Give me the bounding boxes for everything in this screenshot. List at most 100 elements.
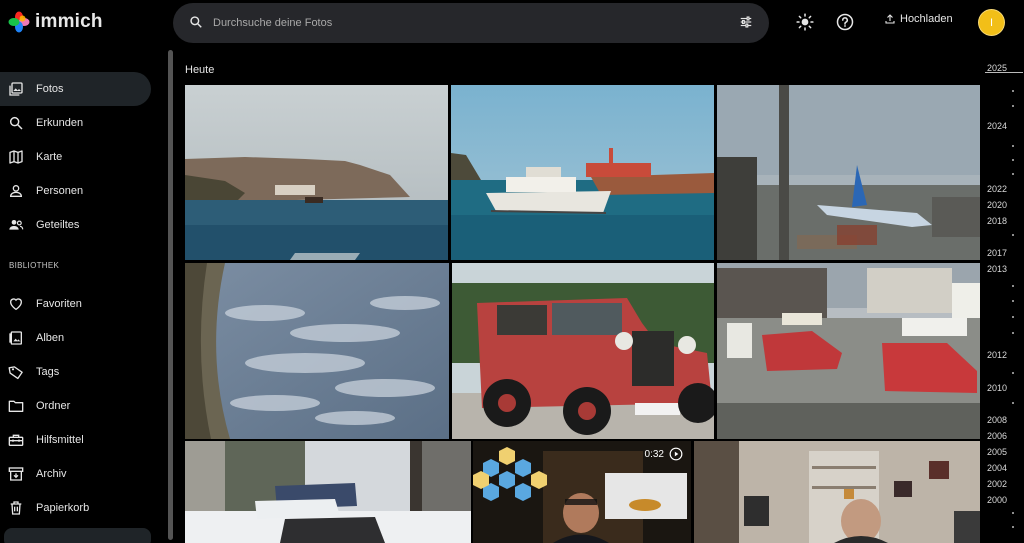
sidebar-item-papierkorb[interactable]: Papierkorb (0, 491, 151, 525)
photo-home-office (694, 441, 980, 543)
photo-thumbnail[interactable] (185, 85, 448, 260)
sidebar-item-label: Hilfsmittel (36, 434, 84, 446)
sidebar-item-alben[interactable]: Alben (0, 321, 151, 355)
sidebar-item-label: Tags (36, 366, 60, 378)
timeline-year[interactable]: 2024 (987, 121, 1007, 131)
timeline-year[interactable]: 2025 (987, 63, 1007, 73)
sidebar-item-ordner[interactable]: Ordner (0, 389, 151, 423)
timeline-year[interactable]: 2008 (987, 415, 1007, 425)
map-icon (9, 150, 23, 164)
theme-toggle-icon[interactable] (796, 13, 814, 31)
timeline-dot (1012, 105, 1014, 107)
timeline-year[interactable]: 2000 (987, 495, 1007, 505)
photos-icon (9, 82, 23, 96)
sidebar-item-erkunden[interactable]: Erkunden (0, 106, 151, 140)
timeline-year[interactable]: 2020 (987, 200, 1007, 210)
sidebar-item-favoriten[interactable]: Favoriten (0, 287, 151, 321)
photo-thumbnail[interactable] (185, 263, 449, 439)
scrollbar-thumb[interactable] (168, 50, 173, 540)
app-logo[interactable]: immich (8, 11, 103, 33)
timeline-year[interactable]: 2004 (987, 463, 1007, 473)
timeline-year[interactable]: 2010 (987, 383, 1007, 393)
timeline-year[interactable]: 2013 (987, 264, 1007, 274)
timeline-dot (1012, 234, 1014, 236)
timeline-dot (1012, 90, 1014, 92)
timeline-dot (1012, 526, 1014, 528)
timeline-dot (1012, 402, 1014, 404)
timeline-year[interactable]: 2022 (987, 184, 1007, 194)
search-input[interactable] (213, 3, 693, 43)
person-icon (9, 185, 23, 197)
search-icon[interactable] (189, 15, 203, 29)
timeline-dot (1012, 145, 1014, 147)
heart-icon (9, 298, 23, 311)
photo-thumbnail[interactable] (185, 441, 471, 543)
sidebar-item-label: Geteiltes (36, 219, 80, 231)
photo-coast-cliffs (185, 85, 448, 260)
sidebar: Fotos Erkunden Karte Personen Geteiltes (0, 50, 165, 543)
timeline-year[interactable]: 2012 (987, 350, 1007, 360)
upload-label: Hochladen (900, 13, 953, 25)
storage-card[interactable] (4, 528, 151, 543)
timeline-dot (1012, 372, 1014, 374)
sidebar-item-hilfsmittel[interactable]: Hilfsmittel (0, 423, 151, 457)
day-group-title: Heute (185, 64, 215, 76)
photo-thumbnail[interactable]: 0:32 (473, 441, 691, 543)
trash-icon (10, 501, 22, 515)
sidebar-item-label: Karte (36, 151, 63, 163)
video-badge: 0:32 (645, 447, 683, 461)
sidebar-item-label: Erkunden (36, 117, 84, 129)
timeline-scrubber[interactable]: 2025 2024 2022 2020 2018 2017 2013 2012 … (981, 50, 1024, 543)
immich-logo-icon (8, 11, 30, 33)
sidebar-item-label: Papierkorb (36, 502, 90, 514)
timeline-year[interactable]: 2018 (987, 216, 1007, 226)
search-options-icon[interactable] (739, 15, 753, 29)
photo-thumbnail[interactable] (452, 263, 714, 439)
photo-thumbnail[interactable] (717, 263, 980, 439)
sidebar-item-label: Ordner (36, 400, 71, 412)
play-circle-icon[interactable] (669, 447, 683, 461)
sidebar-item-fotos[interactable]: Fotos (0, 72, 151, 106)
timeline-year[interactable]: 2017 (987, 248, 1007, 258)
photo-thumbnail[interactable] (717, 85, 980, 260)
timeline-dot (1012, 512, 1014, 514)
sidebar-item-label: Favoriten (36, 298, 82, 310)
sidebar-item-geteiltes[interactable]: Geteiltes (0, 208, 151, 242)
sidebar-item-tags[interactable]: Tags (0, 355, 151, 389)
timeline-dot (1012, 300, 1014, 302)
folder-icon (8, 400, 24, 412)
timeline-dot (1012, 159, 1014, 161)
sidebar-item-label: Archiv (36, 468, 67, 480)
timeline-dot (1012, 316, 1014, 318)
timeline-year[interactable]: 2006 (987, 431, 1007, 441)
photo-airplane-window-clouds (185, 263, 449, 439)
sidebar-item-label: Personen (36, 185, 84, 197)
avatar-initial: I (989, 16, 994, 29)
photo-street-red-cars (717, 263, 980, 439)
library-section-label: BIBLIOTHEK (9, 261, 60, 270)
album-icon (9, 331, 22, 345)
sidebar-item-label: Alben (36, 332, 65, 344)
sidebar-item-archiv[interactable]: Archiv (0, 457, 151, 491)
user-avatar[interactable]: I (978, 9, 1005, 36)
timeline-dot (1012, 173, 1014, 175)
upload-button[interactable]: Hochladen (884, 13, 953, 25)
search-bar[interactable] (173, 3, 769, 43)
help-icon[interactable] (836, 13, 854, 31)
upload-icon (885, 14, 895, 24)
shared-icon (9, 220, 24, 230)
tag-icon (8, 366, 23, 380)
sidebar-scrollbar[interactable] (168, 50, 174, 543)
timeline-year[interactable]: 2005 (987, 447, 1007, 457)
photo-thumbnail[interactable] (694, 441, 980, 543)
sidebar-item-karte[interactable]: Karte (0, 140, 151, 174)
toolbox-icon (8, 434, 24, 446)
photo-thumbnail[interactable] (451, 85, 714, 260)
app-name: immich (35, 11, 103, 32)
magnify-icon (9, 116, 23, 130)
timeline-year[interactable]: 2002 (987, 479, 1007, 489)
sidebar-item-label: Fotos (36, 83, 64, 95)
sidebar-item-personen[interactable]: Personen (0, 174, 151, 208)
photo-red-vintage-car (452, 263, 714, 439)
top-bar: immich H (0, 0, 1024, 50)
